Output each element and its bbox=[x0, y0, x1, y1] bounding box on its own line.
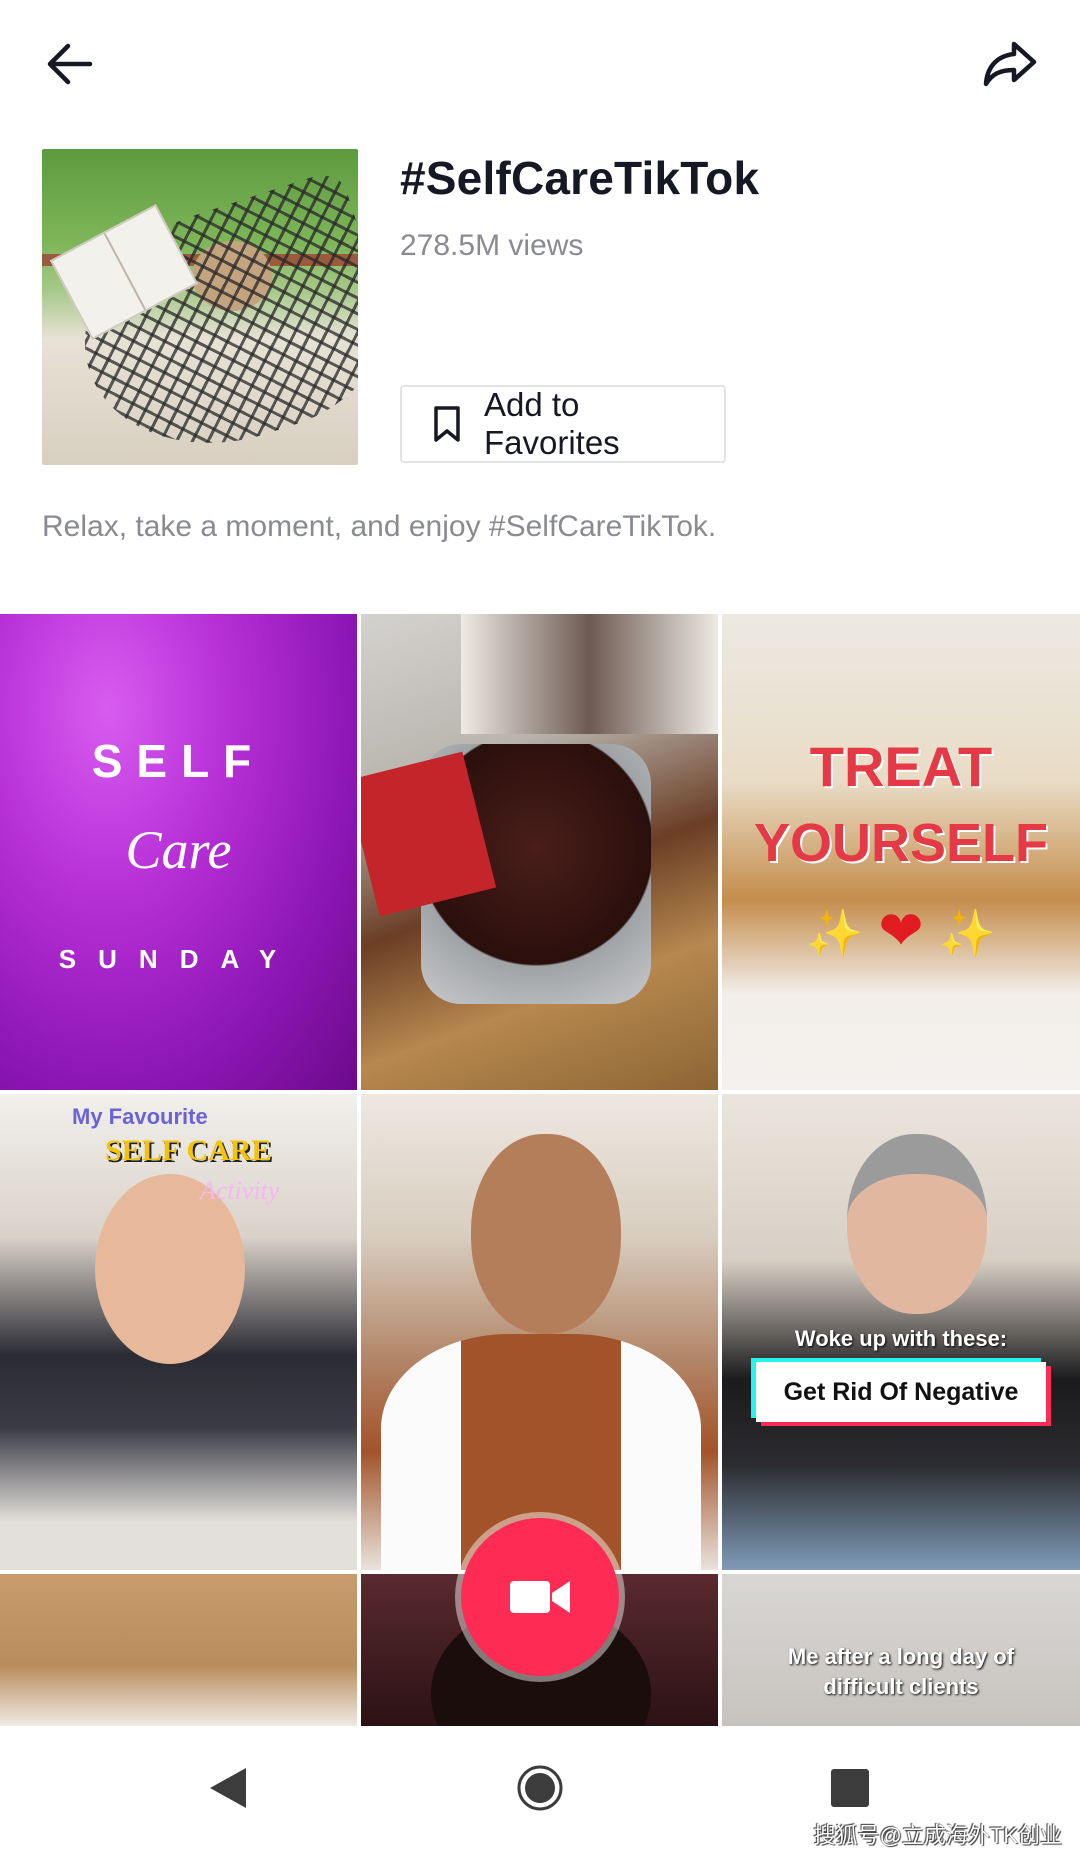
video-thumbnail[interactable]: Me after a long day of difficult clients bbox=[722, 1574, 1080, 1726]
hashtag-description: Relax, take a moment, and enjoy #SelfCar… bbox=[42, 510, 717, 543]
video-overlay-text: SELF CARE bbox=[105, 1134, 272, 1167]
video-overlay-text: SUNDAY bbox=[58, 944, 299, 974]
video-thumbnail[interactable] bbox=[361, 1094, 718, 1570]
record-video-button[interactable] bbox=[461, 1518, 619, 1676]
share-button[interactable] bbox=[970, 24, 1050, 104]
circle-home-icon bbox=[517, 1765, 563, 1811]
video-thumbnail[interactable]: My Favourite SELF CARE Activity bbox=[0, 1094, 357, 1570]
video-thumbnail[interactable] bbox=[0, 1574, 357, 1726]
sparkles-emoji: ✨ bbox=[938, 907, 996, 959]
video-overlay-text: My Favourite bbox=[72, 1104, 208, 1129]
triangle-back-icon bbox=[210, 1768, 246, 1808]
video-thumbnail[interactable]: Woke up with these: Get Rid Of Negative bbox=[722, 1094, 1080, 1570]
nav-back-button[interactable] bbox=[196, 1756, 260, 1820]
nav-recents-button[interactable] bbox=[818, 1756, 882, 1820]
video-overlay-text: Me after a long day of bbox=[787, 1644, 1015, 1669]
sparkles-emoji: ✨ bbox=[806, 907, 864, 959]
video-overlay-text: SELF bbox=[91, 735, 266, 787]
video-overlay-text: YOURSELF bbox=[753, 813, 1049, 873]
hashtag-title: #SelfCareTikTok bbox=[400, 152, 760, 204]
add-to-favorites-button[interactable]: Add to Favorites bbox=[400, 385, 726, 463]
video-overlay-text: Woke up with these: bbox=[794, 1326, 1008, 1351]
video-overlay-text: Care bbox=[125, 820, 232, 880]
watermark: 搜狐号@立成海外TK创业 bbox=[813, 1823, 1062, 1848]
video-thumbnail[interactable]: TREAT YOURSELF ✨ ❤ ✨ bbox=[722, 614, 1080, 1090]
video-thumbnail[interactable]: SELF Care SUNDAY bbox=[0, 614, 357, 1090]
video-overlay-text: TREAT bbox=[809, 735, 993, 798]
heart-emoji-row: ✨ ❤ ✨ bbox=[722, 899, 1080, 962]
hashtag-cover-image bbox=[42, 149, 358, 465]
add-to-favorites-label: Add to Favorites bbox=[483, 386, 620, 461]
bookmark-icon bbox=[434, 406, 460, 442]
nav-home-button[interactable] bbox=[508, 1756, 572, 1820]
view-count: 278.5M views bbox=[400, 229, 584, 262]
video-overlay-text: Activity bbox=[200, 1176, 280, 1205]
back-button[interactable] bbox=[30, 24, 110, 104]
video-overlay-text: difficult clients bbox=[823, 1674, 979, 1699]
video-overlay-text: Get Rid Of Negative bbox=[756, 1362, 1046, 1422]
heart-emoji: ❤ bbox=[878, 901, 924, 961]
share-arrow-icon bbox=[983, 41, 1037, 87]
square-recents-icon bbox=[831, 1769, 869, 1807]
system-nav-bar: 搜狐号@立成海外TK创业 bbox=[0, 1726, 1080, 1852]
video-thumbnail[interactable] bbox=[361, 614, 718, 1090]
arrow-left-icon bbox=[47, 43, 93, 85]
hashtag-header: #SelfCareTikTok 278.5M views Add to Favo… bbox=[42, 149, 1042, 465]
video-camera-icon bbox=[510, 1581, 570, 1613]
top-bar bbox=[0, 0, 1080, 130]
